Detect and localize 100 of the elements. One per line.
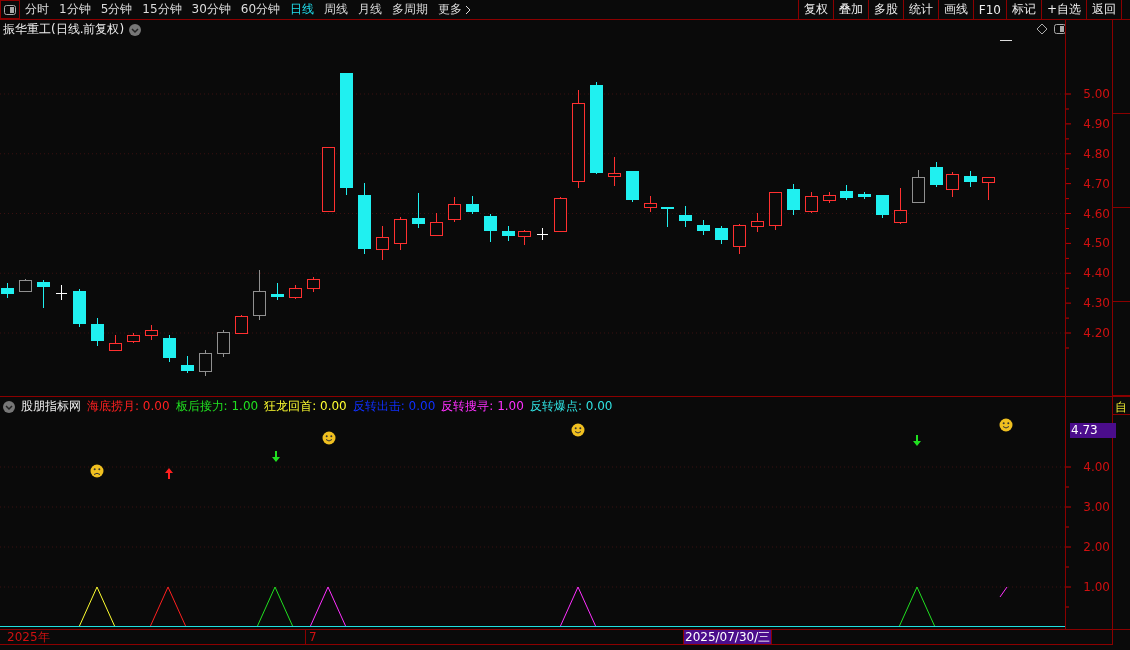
- period-tab[interactable]: 1分钟: [54, 0, 96, 19]
- candlestick: [661, 206, 674, 228]
- value-tick-label: 3.00: [1083, 500, 1110, 514]
- current-value-label: 4.73: [1070, 423, 1116, 438]
- candlestick: [376, 225, 389, 261]
- candlestick: [769, 191, 782, 231]
- candlestick: [644, 195, 657, 213]
- value-tick-label: 4.00: [1083, 460, 1110, 474]
- up-arrow-icon: [165, 468, 173, 479]
- cursor-mark: [999, 40, 1013, 41]
- candlestick: [679, 205, 692, 228]
- toolbar-button[interactable]: 叠加: [832, 0, 868, 19]
- candlestick: [626, 170, 639, 203]
- period-tab[interactable]: 周线: [319, 0, 354, 19]
- candlestick: [91, 317, 104, 347]
- candlestick: [235, 314, 248, 335]
- candlestick: [787, 183, 800, 216]
- cursor-date-label: 2025/07/30/三: [683, 629, 773, 645]
- candlestick: [536, 227, 549, 241]
- panel-toggle-icon[interactable]: [4, 4, 16, 15]
- candlestick: [127, 332, 140, 344]
- signal-peak-line: [78, 586, 116, 628]
- candlestick: [946, 171, 959, 198]
- diamond-icon[interactable]: [1036, 23, 1048, 35]
- candlestick: [109, 334, 122, 352]
- period-tab[interactable]: 30分钟: [186, 0, 236, 19]
- candlestick: [502, 225, 515, 242]
- candlestick: [964, 170, 977, 188]
- period-tab[interactable]: 分时: [20, 0, 54, 19]
- candlestick: [554, 196, 567, 233]
- indicator-value: 板后接力: 1.00: [175, 398, 259, 415]
- candlestick: [181, 355, 194, 374]
- candlestick: [484, 213, 497, 243]
- toolbar-button[interactable]: 画线: [937, 0, 973, 19]
- toolbar-button[interactable]: 返回: [1086, 0, 1122, 19]
- period-tab[interactable]: 日线: [285, 0, 320, 19]
- dropdown-icon[interactable]: [129, 23, 142, 36]
- toolbar-button[interactable]: F10: [972, 0, 1006, 19]
- price-tick-label: 5.00: [1083, 87, 1110, 101]
- candlestick: [163, 334, 176, 363]
- smiley-icon: [322, 431, 336, 445]
- toolbar-button[interactable]: 统计: [902, 0, 938, 19]
- toolbar-button[interactable]: 复权: [797, 0, 833, 19]
- candlestick: [430, 212, 443, 237]
- price-tick-label: 4.80: [1083, 146, 1110, 161]
- period-tab[interactable]: 月线: [353, 0, 388, 19]
- signal-peak-line: [999, 586, 1008, 598]
- toolbar-button[interactable]: +自选: [1040, 0, 1086, 19]
- period-tab[interactable]: 5分钟: [95, 0, 138, 19]
- more-button[interactable]: 更多: [433, 0, 477, 19]
- side-tab[interactable]: 自: [1113, 397, 1130, 415]
- panel-toggle-icon[interactable]: [1054, 24, 1065, 34]
- candlestick: [307, 276, 320, 293]
- candlestick: [608, 156, 621, 187]
- period-tab[interactable]: 15分钟: [137, 0, 187, 19]
- price-tick-label: 4.20: [1083, 326, 1110, 340]
- candlestick: [289, 284, 302, 300]
- period-tab[interactable]: 60分钟: [235, 0, 286, 19]
- chevron-right-icon: [465, 4, 472, 15]
- down-arrow-icon: [913, 435, 921, 446]
- price-tick-label: 4.90: [1083, 116, 1110, 131]
- candlestick: [715, 225, 728, 245]
- candlestick: [805, 191, 818, 214]
- candlestick: [217, 329, 230, 358]
- candlestick: [448, 196, 461, 223]
- smiley-icon: [999, 418, 1013, 432]
- signal-peak-line: [256, 586, 294, 628]
- candlestick: [145, 324, 158, 341]
- down-arrow-icon: [272, 451, 280, 462]
- signal-peak-line: [559, 586, 597, 628]
- price-tick-label: 4.40: [1083, 266, 1110, 281]
- candlestick: [199, 349, 212, 377]
- candlestick: [823, 191, 836, 204]
- candlestick: [55, 284, 68, 301]
- candlestick: [982, 176, 995, 201]
- month-label: 7: [305, 630, 317, 644]
- value-tick-label: 2.00: [1083, 540, 1110, 554]
- candlestick: [912, 169, 925, 203]
- chart-title: 振华重工(日线.前复权): [3, 21, 125, 38]
- period-tab[interactable]: 多周期: [387, 0, 434, 19]
- signal-peak-line: [149, 586, 187, 628]
- indicator-value: 反转出击: 0.00: [352, 398, 436, 415]
- candlestick: [858, 191, 871, 200]
- signal-peak-line: [309, 586, 347, 628]
- candlestick: [1, 282, 14, 299]
- price-tick-label: 4.60: [1083, 206, 1110, 221]
- candlestick: [394, 216, 407, 251]
- candlestick: [73, 288, 86, 328]
- candlestick: [271, 282, 284, 301]
- indicator-value: 狂龙回首: 0.00: [264, 398, 347, 415]
- candlestick: [697, 219, 710, 236]
- candlestick: [19, 278, 32, 293]
- toolbar-button[interactable]: 标记: [1005, 0, 1041, 19]
- year-label: 2025年: [7, 630, 50, 644]
- candlestick: [840, 184, 853, 201]
- dropdown-icon[interactable]: [3, 400, 15, 413]
- indicator-value: 反转爆点: 0.00: [529, 398, 613, 415]
- indicator-value: 海底捞月: 0.00: [87, 398, 170, 415]
- toolbar-button[interactable]: 多股: [867, 0, 903, 19]
- price-tick-label: 4.70: [1083, 176, 1110, 191]
